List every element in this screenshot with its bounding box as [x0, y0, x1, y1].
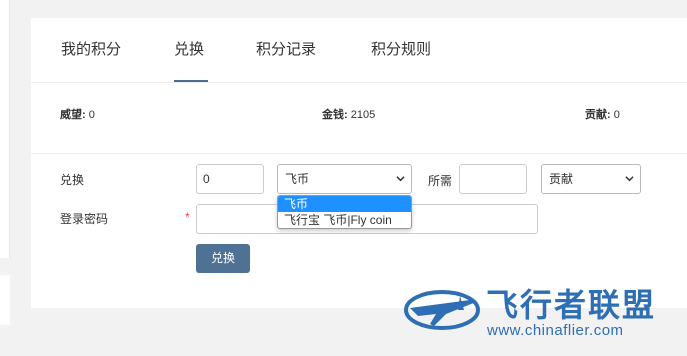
chevron-down-icon: [396, 176, 405, 182]
tab-credit-rules[interactable]: 积分规则: [371, 38, 431, 59]
exchange-label: 兑换: [60, 173, 85, 187]
currency-select-value: 飞币: [285, 172, 310, 186]
target-select[interactable]: 贡献: [541, 164, 641, 194]
stat-money-label: 金钱:: [322, 109, 348, 121]
dropdown-option-flybao[interactable]: 飞行宝 飞币|Fly coin: [278, 212, 411, 228]
left-sidebar-edge: [0, 0, 10, 258]
watermark-title: 飞行者联盟: [486, 286, 657, 324]
exchange-submit-button[interactable]: 兑换: [196, 244, 250, 273]
credit-panel: 我的积分 兑换 积分记录 积分规则: [31, 18, 687, 308]
left-sidebar-edge-lower: [0, 275, 10, 325]
watermark: 飞行者联盟 www.chinaflier.com: [400, 280, 687, 350]
tab-my-credits[interactable]: 我的积分: [61, 38, 121, 59]
active-tab-indicator: [174, 80, 208, 82]
stat-contribution-value: 0: [613, 109, 620, 121]
divider: [31, 153, 687, 154]
currency-dropdown: 飞币 飞行宝 飞币|Fly coin: [277, 195, 412, 229]
chevron-down-icon: [625, 176, 634, 182]
stat-prestige: 威望: 0: [60, 106, 95, 122]
target-select-value: 贡献: [549, 172, 574, 186]
tab-credit-log[interactable]: 积分记录: [256, 38, 316, 59]
tab-bar: 我的积分 兑换 积分记录 积分规则: [31, 18, 687, 83]
stat-prestige-value: 0: [88, 109, 95, 121]
required-label: 所需: [428, 174, 453, 188]
watermark-url: www.chinaflier.com: [487, 322, 624, 339]
stat-money: 金钱: 2105: [322, 106, 375, 122]
currency-select[interactable]: 飞币: [277, 164, 412, 194]
stat-contribution: 贡献: 0: [585, 106, 620, 122]
amount-input[interactable]: 0: [196, 164, 264, 194]
stat-money-value: 2105: [350, 109, 376, 121]
stat-contribution-label: 贡献:: [585, 109, 611, 121]
stat-prestige-label: 威望:: [60, 109, 86, 121]
required-star: *: [185, 210, 190, 224]
password-label: 登录密码: [60, 212, 109, 226]
tab-exchange[interactable]: 兑换: [174, 38, 204, 59]
required-input[interactable]: [459, 164, 527, 194]
dropdown-option-flycoin[interactable]: 飞币: [278, 196, 411, 212]
airplane-logo-icon: [404, 290, 480, 330]
